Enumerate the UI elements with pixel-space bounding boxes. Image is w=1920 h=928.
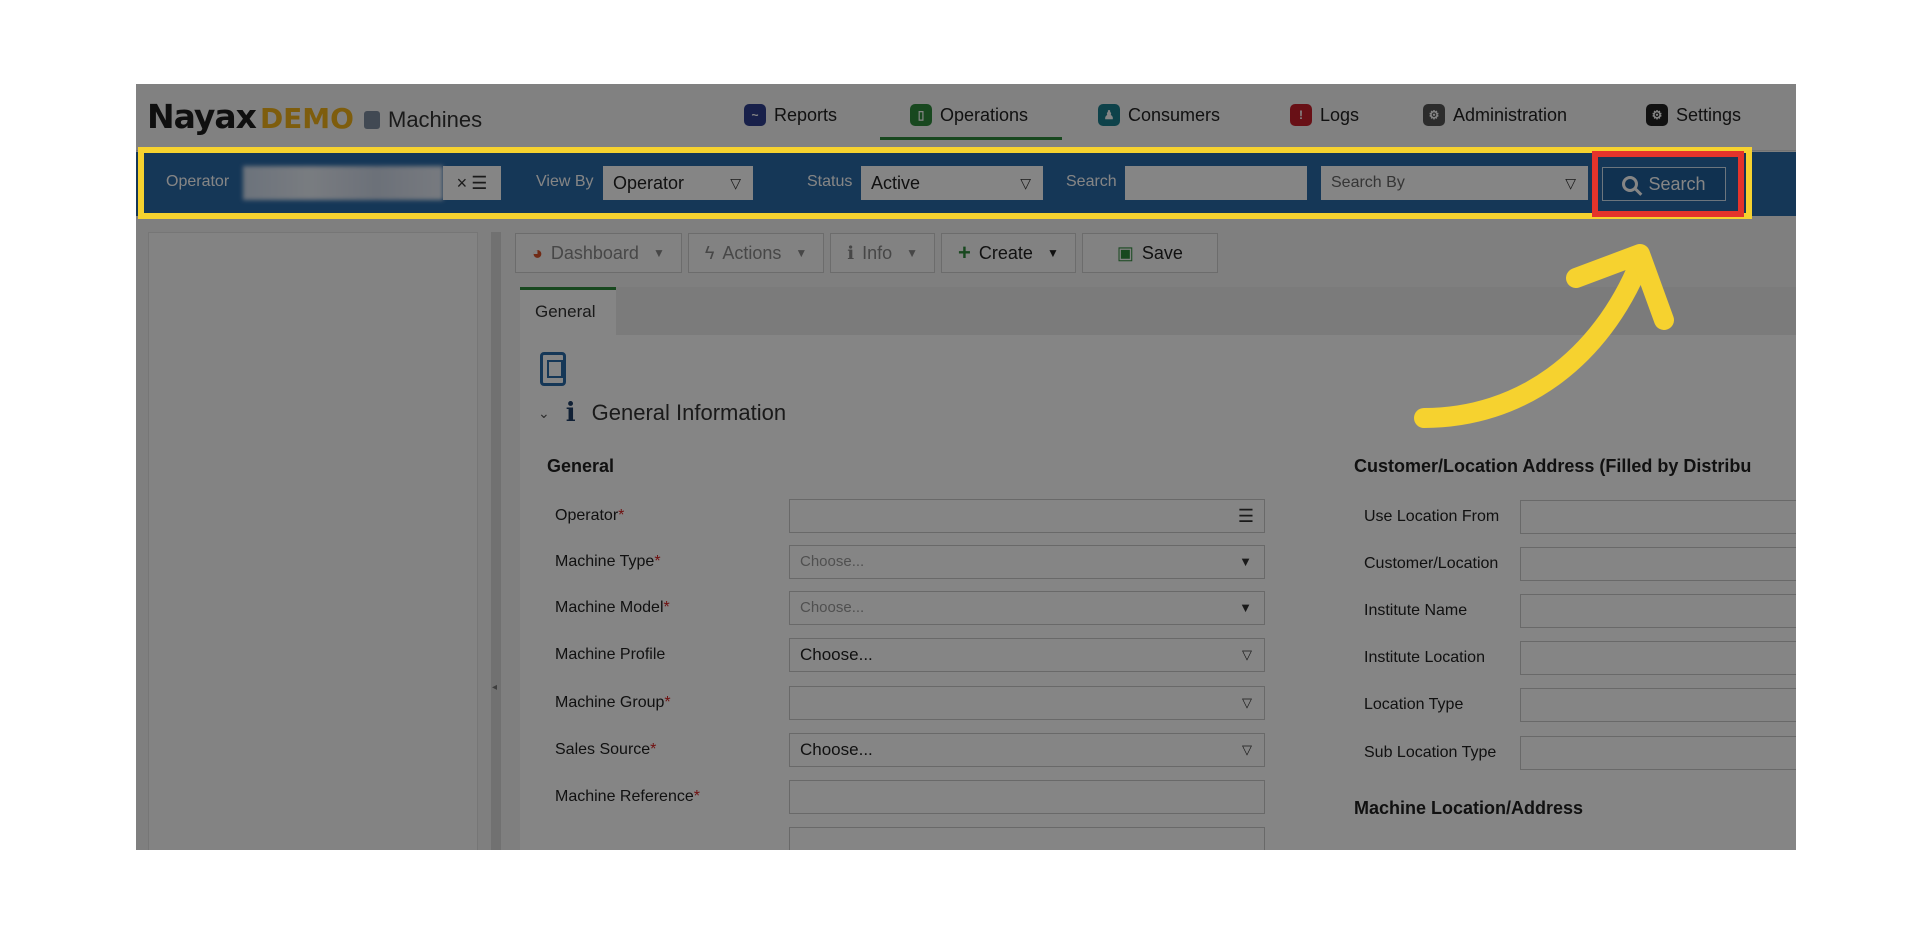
- pointer-arrow-icon: [1414, 244, 1674, 428]
